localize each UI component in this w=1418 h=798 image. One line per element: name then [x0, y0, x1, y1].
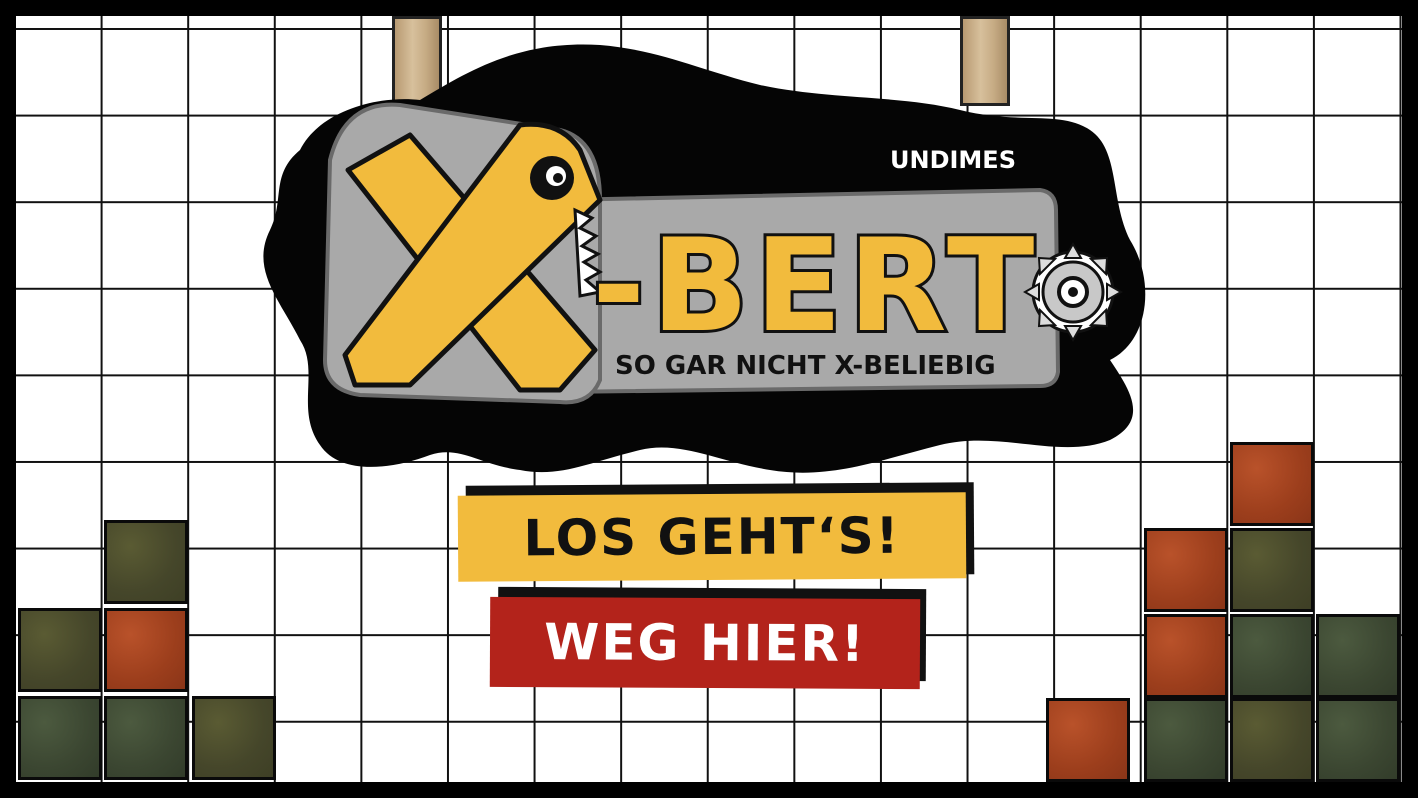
block-rust	[104, 608, 188, 692]
block-green	[104, 696, 188, 780]
quit-label: WEG HIER!	[544, 613, 866, 673]
quit-button[interactable]: WEG HIER!	[489, 596, 921, 690]
block-green	[1316, 614, 1400, 698]
hanging-rope-right	[960, 16, 1010, 106]
block-rust	[1144, 614, 1228, 698]
block-olive	[1230, 528, 1314, 612]
block-green	[1316, 698, 1400, 782]
start-game-button[interactable]: LOS GEHT‘S!	[457, 492, 967, 582]
block-rust	[1046, 698, 1130, 782]
block-green	[1144, 698, 1228, 782]
block-olive	[18, 608, 102, 692]
block-rust	[1230, 442, 1314, 526]
start-game-label: LOS GEHT‘S!	[523, 506, 901, 568]
block-rust	[1144, 528, 1228, 612]
hanging-rope-left	[392, 16, 442, 106]
block-olive	[104, 520, 188, 604]
block-green	[1230, 614, 1314, 698]
block-olive	[192, 696, 276, 780]
block-green	[18, 696, 102, 780]
title-screen: -BERT UNDIMES SO GAR NICHT X-BELIEBIG LO…	[0, 0, 1418, 798]
block-olive	[1230, 698, 1314, 782]
